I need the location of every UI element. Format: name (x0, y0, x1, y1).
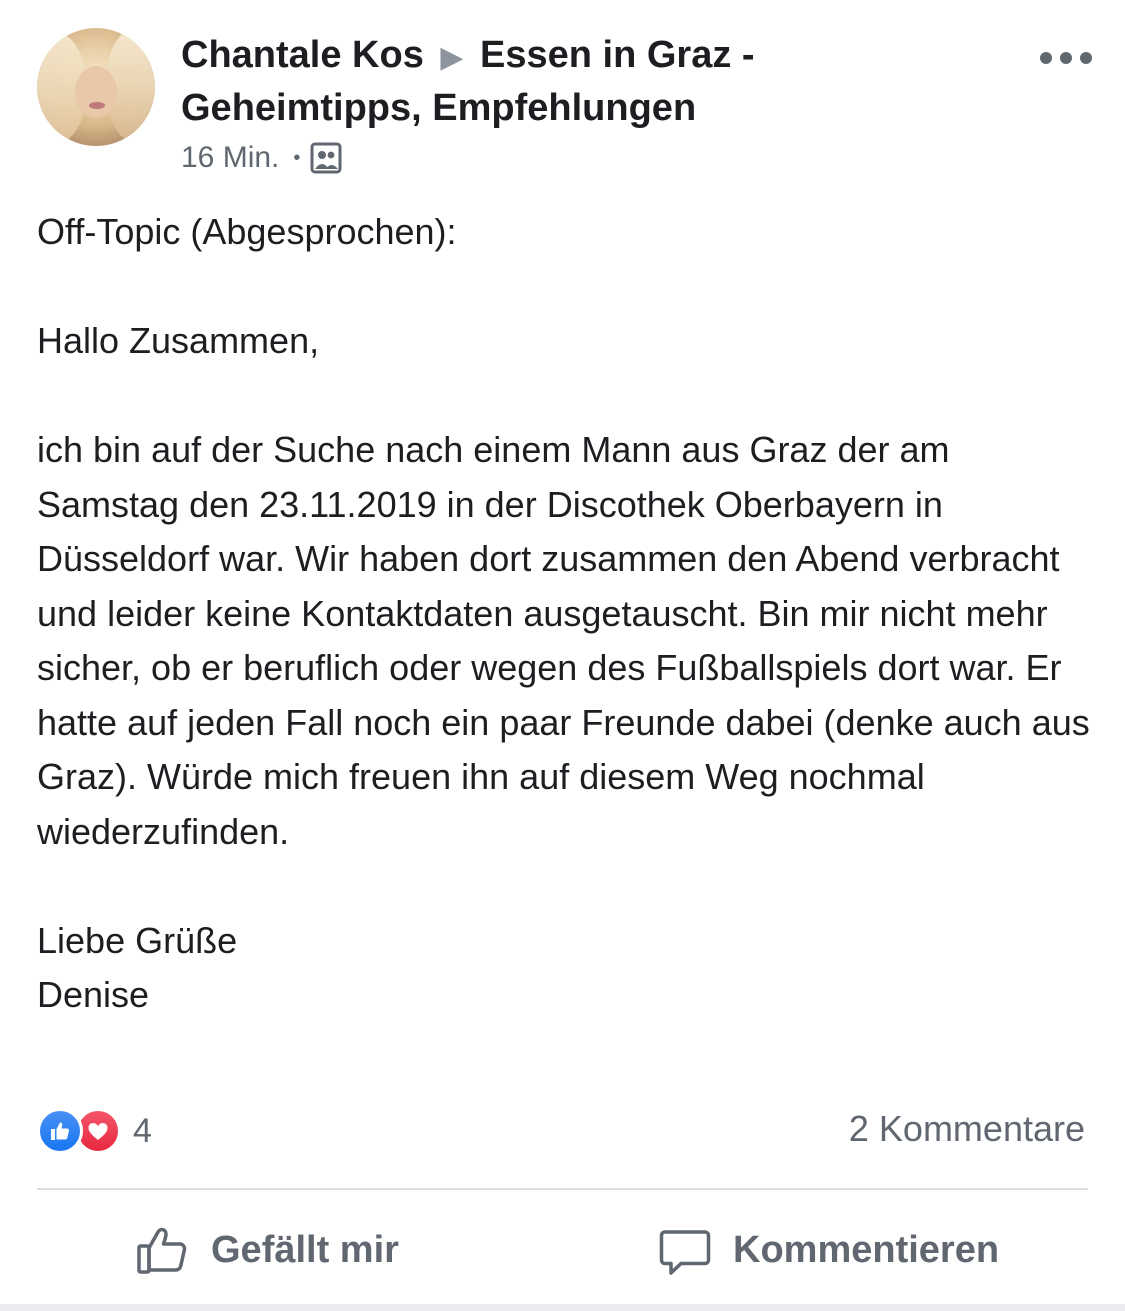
post-body: Off-Topic (Abgesprochen): Hallo Zusammen… (37, 205, 1097, 1023)
post-paragraph: Denise (37, 974, 150, 1015)
like-button[interactable]: Gefällt mir (135, 1215, 399, 1285)
comment-bubble-icon (659, 1230, 711, 1275)
author-name[interactable]: Chantale Kos (181, 34, 424, 76)
feed-separator (0, 1304, 1125, 1311)
author-avatar[interactable] (37, 28, 155, 146)
comment-button-label: Kommentieren (733, 1228, 1000, 1271)
post-header: Chantale Kos ▶ Essen in Graz - Geheimtipp… (0, 0, 1125, 190)
post-title: Chantale Kos ▶ Essen in Graz - Geheimtipp… (181, 30, 941, 134)
divider (37, 1188, 1088, 1190)
more-options-icon[interactable] (1040, 44, 1092, 72)
group-icon (310, 142, 342, 174)
reaction-summary[interactable]: 4 (37, 1106, 152, 1156)
post-paragraph: Hallo Zusammen, (37, 320, 320, 361)
post-paragraph: Off-Topic (Abgesprochen): (37, 211, 457, 252)
like-reaction-icon (37, 1108, 83, 1154)
right-triangle-icon: ▶ (440, 41, 464, 74)
comment-button[interactable]: Kommentieren (657, 1215, 999, 1285)
separator-dot: • (293, 146, 301, 169)
action-bar: Gefällt mir Kommentieren (0, 1215, 1125, 1285)
comment-count[interactable]: 2 Kommentare (849, 1108, 1085, 1150)
post-meta: 16 Min. • (181, 140, 342, 176)
reaction-count: 4 (133, 1111, 152, 1150)
post-paragraph: Liebe Grüße (37, 919, 238, 961)
thumbs-up-icon (137, 1227, 187, 1274)
post-paragraph: ich bin auf der Suche nach einem Mann au… (37, 429, 1090, 852)
like-button-label: Gefällt mir (211, 1228, 399, 1271)
post-time[interactable]: 16 Min. (181, 141, 279, 175)
